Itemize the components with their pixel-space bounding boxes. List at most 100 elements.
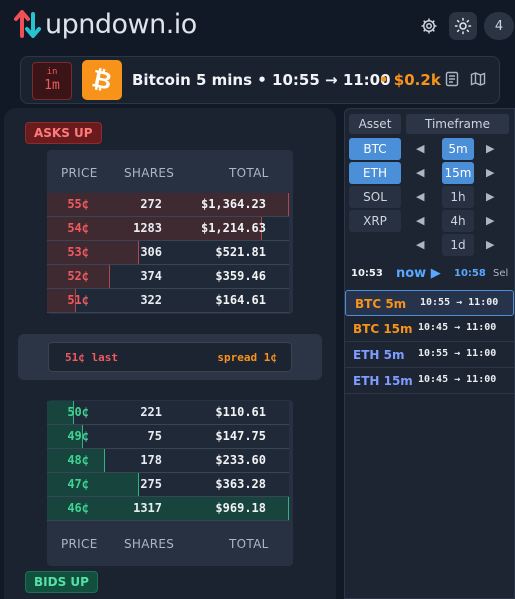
prev-arrow-icon[interactable]: ◀ <box>416 238 424 251</box>
market-time-range: 10:55 → 11:00 <box>418 348 497 359</box>
asset-eth-button[interactable]: ETH <box>349 162 401 184</box>
timeframe-5m-button[interactable]: 5m <box>442 138 474 160</box>
depth-bar-edge <box>109 265 110 288</box>
row-price: 52¢ <box>67 269 89 283</box>
next-arrow-icon[interactable]: ▶ <box>486 190 494 203</box>
sun-icon <box>454 17 472 35</box>
now-button[interactable]: now ▶ <box>396 266 441 281</box>
market-list-item[interactable]: ETH 5m 10:55 → 11:00 <box>344 342 515 368</box>
depth-bar-edge <box>138 473 139 496</box>
interval-value: 1m <box>44 78 60 93</box>
row-price: 51¢ <box>67 293 89 307</box>
row-shares: 275 <box>140 477 162 491</box>
theme-toggle-button[interactable] <box>449 12 477 40</box>
spread-box: 51¢ last spread 1¢ <box>48 342 292 372</box>
bitcoin-icon: ₿ <box>82 60 122 100</box>
market-bar: in 1m ₿ Bitcoin 5 mins • 10:55 → 11:00 •… <box>20 56 500 104</box>
last-price: 51¢ last <box>65 351 118 364</box>
selection-label: Sel <box>493 268 509 279</box>
timeframe-1d-button[interactable]: 1d <box>442 234 474 256</box>
row-shares: 221 <box>140 405 162 419</box>
spread-value: spread 1¢ <box>217 351 277 364</box>
market-list-item[interactable]: ETH 15m 10:45 → 11:00 <box>344 368 515 394</box>
order-row[interactable]: 50¢ 221 $110.61 <box>47 401 289 424</box>
market-time-range: 10:45 → 11:00 <box>418 322 497 333</box>
row-total: $1,214.63 <box>200 221 266 235</box>
next-arrow-icon[interactable]: ▶ <box>486 238 494 251</box>
notification-count-badge[interactable]: 4 <box>484 12 514 40</box>
total-footer: TOTAL <box>229 537 269 551</box>
depth-bar-edge <box>138 241 139 264</box>
timeline-start: 10:53 <box>351 268 383 279</box>
order-row[interactable]: 55¢ 272 $1,364.23 <box>47 193 289 216</box>
market-time-range: 10:55 → 11:00 <box>420 297 499 308</box>
market-name: BTC 5m <box>355 297 407 311</box>
asks-up-label: ASKS UP <box>25 122 102 144</box>
up-down-arrows-icon <box>14 10 41 38</box>
settings-button[interactable] <box>415 12 443 40</box>
row-total: $969.18 <box>215 501 266 515</box>
map-icon[interactable] <box>470 71 486 87</box>
timeline-end: 10:58 <box>454 268 486 279</box>
spread-panel: 51¢ last spread 1¢ <box>18 334 322 380</box>
timeframe-15m-button[interactable]: 15m <box>442 162 474 184</box>
interval-prefix: in <box>46 67 58 77</box>
market-name: ETH 15m <box>353 374 413 388</box>
prev-arrow-icon[interactable]: ◀ <box>416 190 424 203</box>
order-row[interactable]: 53¢ 306 $521.81 <box>47 241 289 264</box>
brand-logo[interactable]: upndown.io <box>13 6 197 42</box>
document-icon[interactable] <box>444 71 460 87</box>
timeframe-1h-button[interactable]: 1h <box>442 186 474 208</box>
row-total: $1,364.23 <box>200 197 266 211</box>
asset-header: Asset <box>349 114 401 134</box>
order-row[interactable]: 46¢ 1317 $969.18 <box>47 497 289 520</box>
prev-arrow-icon[interactable]: ◀ <box>416 142 424 155</box>
asset-sol-button[interactable]: SOL <box>349 186 401 208</box>
timeframe-header: Timeframe <box>406 114 509 134</box>
row-total: $363.28 <box>215 477 266 491</box>
market-name: BTC 15m <box>353 322 413 336</box>
next-arrow-icon[interactable]: ▶ <box>486 214 494 227</box>
depth-bar <box>47 473 139 496</box>
prev-arrow-icon[interactable]: ◀ <box>416 214 424 227</box>
shares-header: SHARES <box>124 166 175 180</box>
order-row[interactable]: 54¢ 1283 $1,214.63 <box>47 217 289 240</box>
total-header: TOTAL <box>229 166 269 180</box>
row-price: 54¢ <box>67 221 89 235</box>
market-list-item[interactable]: BTC 5m 10:55 → 11:00 <box>345 290 514 316</box>
market-title: Bitcoin 5 mins • 10:55 → 11:00 <box>132 71 391 89</box>
row-total: $164.61 <box>215 293 266 307</box>
row-shares: 322 <box>140 293 162 307</box>
row-price: 55¢ <box>67 197 89 211</box>
row-divider <box>47 520 289 521</box>
order-row[interactable]: 47¢ 275 $363.28 <box>47 473 289 496</box>
row-total: $359.46 <box>215 269 266 283</box>
order-row[interactable]: 52¢ 374 $359.46 <box>47 265 289 288</box>
next-arrow-icon[interactable]: ▶ <box>486 166 494 179</box>
order-row[interactable]: 49¢ 75 $147.75 <box>47 425 289 448</box>
next-arrow-icon[interactable]: ▶ <box>486 142 494 155</box>
timeframe-4h-button[interactable]: 4h <box>442 210 474 232</box>
row-shares: 272 <box>140 197 162 211</box>
order-row[interactable]: 51¢ 322 $164.61 <box>47 289 289 312</box>
row-total: $521.81 <box>215 245 266 259</box>
timeline-row: 10:53 now ▶ 10:58 Sel <box>344 263 515 285</box>
market-list-item[interactable]: BTC 15m 10:45 → 11:00 <box>344 316 515 342</box>
price-footer: PRICE <box>61 537 98 551</box>
gear-icon <box>421 18 437 34</box>
row-shares: 1283 <box>133 221 162 235</box>
order-row[interactable]: 48¢ 178 $233.60 <box>47 449 289 472</box>
row-price: 46¢ <box>67 501 89 515</box>
prev-arrow-icon[interactable]: ◀ <box>416 166 424 179</box>
interval-badge[interactable]: in 1m <box>32 62 72 100</box>
market-volume: • $0.2k <box>379 71 441 89</box>
depth-bar <box>47 241 139 264</box>
row-price: 53¢ <box>67 245 89 259</box>
market-time-range: 10:45 → 11:00 <box>418 374 497 385</box>
row-shares: 1317 <box>133 501 162 515</box>
asset-xrp-button[interactable]: XRP <box>349 210 401 232</box>
asset-btc-button[interactable]: BTC <box>349 138 401 160</box>
bids-up-label: BIDS UP <box>25 571 98 593</box>
row-price: 48¢ <box>67 453 89 467</box>
brand-name: upndown.io <box>45 8 197 40</box>
